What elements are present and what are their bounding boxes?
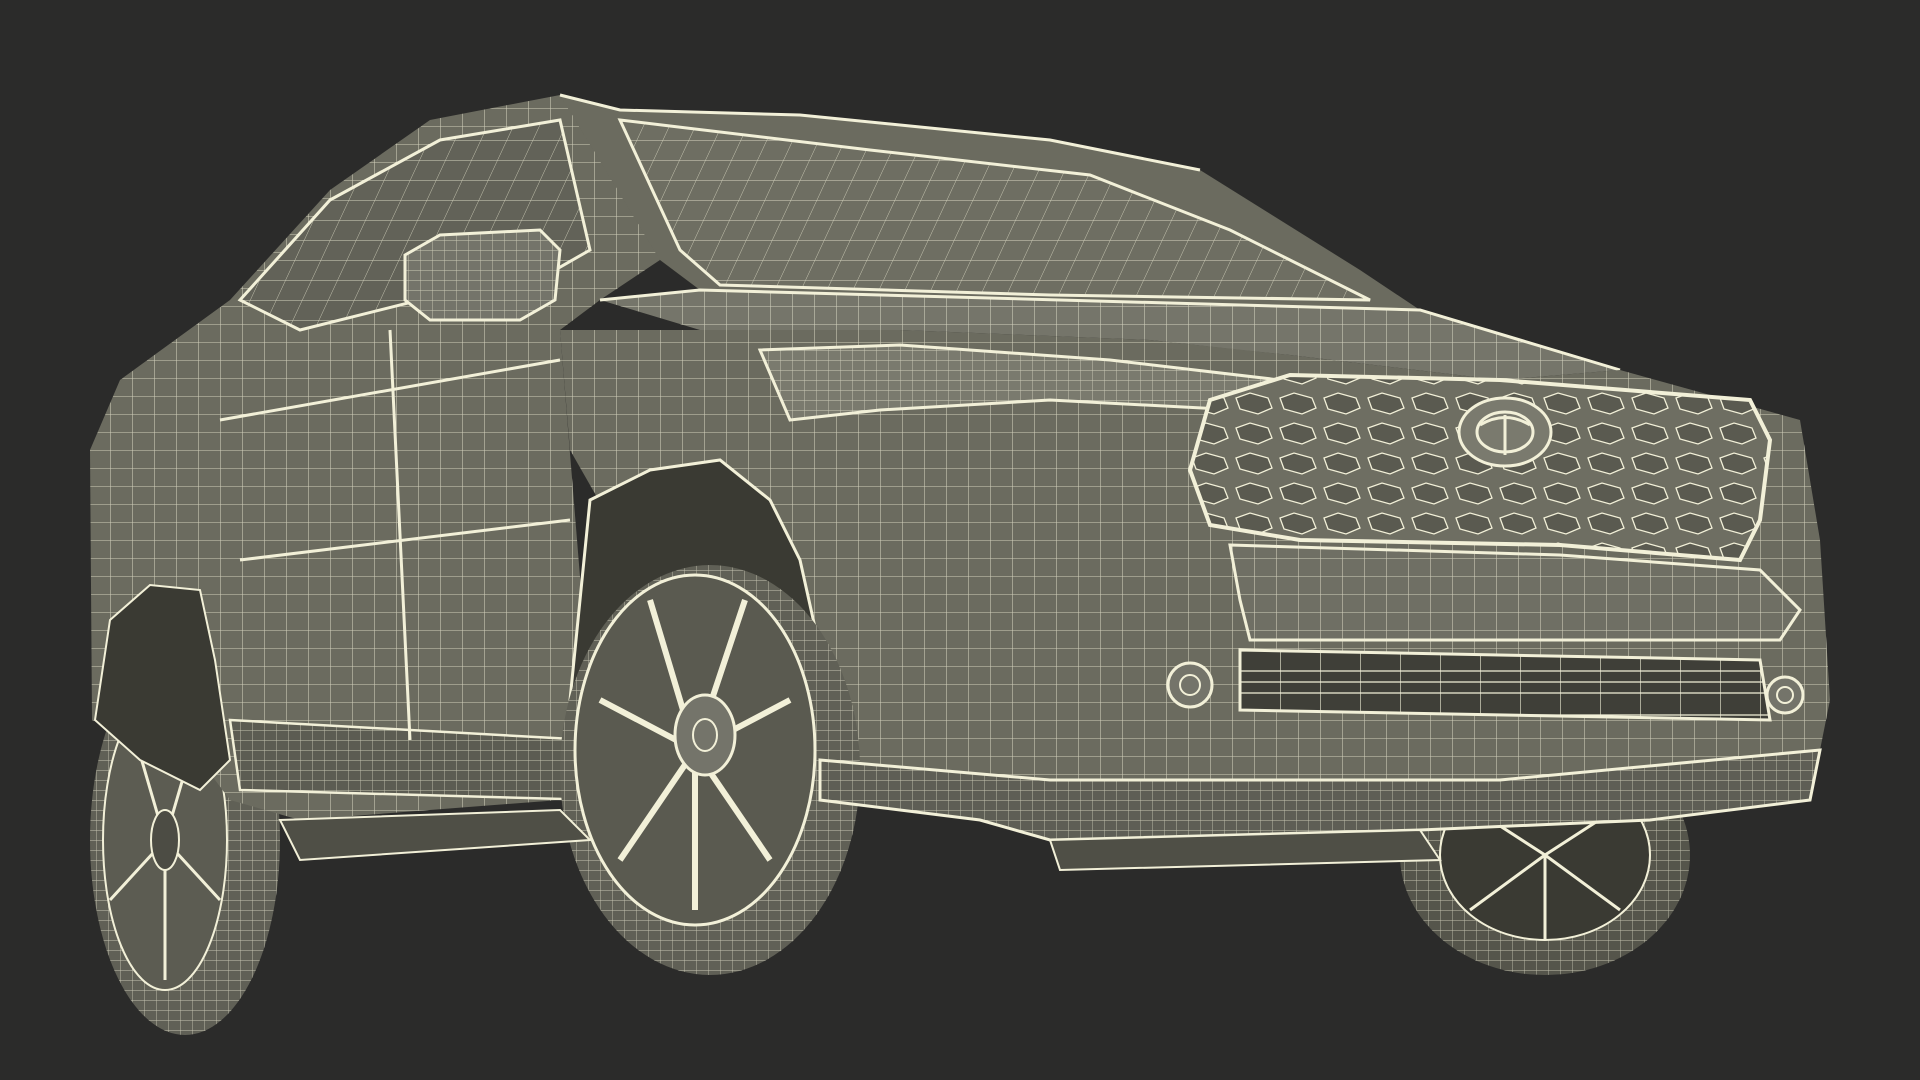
wheel-hub	[673, 693, 737, 777]
front-grille	[1187, 372, 1773, 563]
right-fog-light	[1765, 675, 1805, 715]
wireframe-car-render	[0, 0, 1920, 1080]
left-fog-light	[1166, 661, 1214, 709]
lower-air-intake	[1166, 648, 1805, 722]
left-front-wheel	[560, 565, 860, 975]
